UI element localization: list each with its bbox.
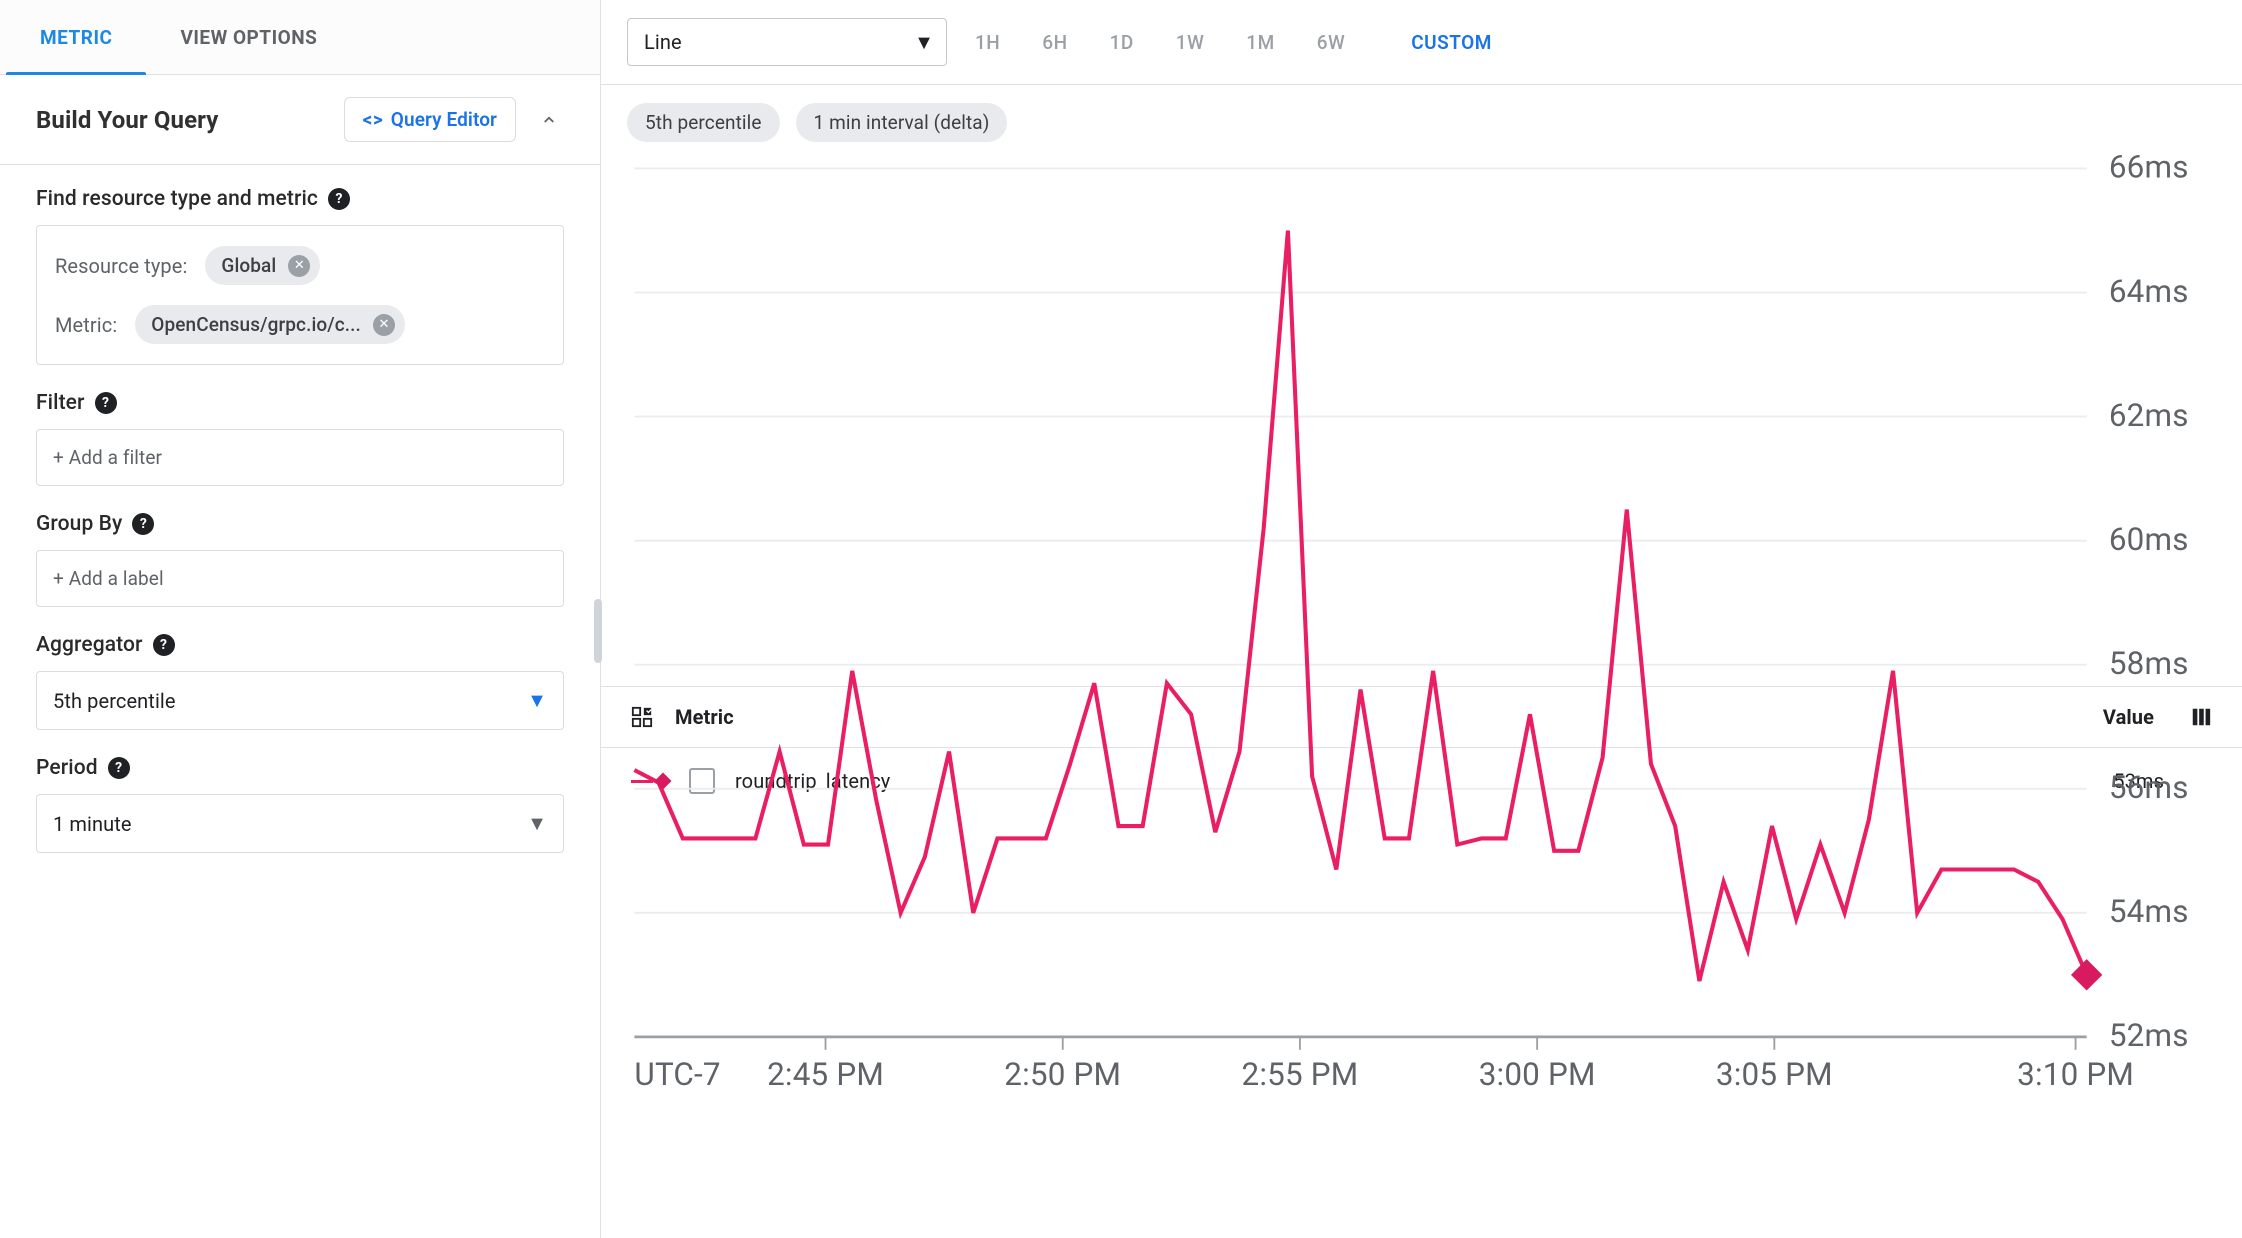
svg-text:56ms: 56ms xyxy=(2109,769,2189,806)
tab-view-options[interactable]: VIEW OPTIONS xyxy=(146,0,351,74)
svg-text:3:05 PM: 3:05 PM xyxy=(1716,1056,1833,1093)
app-root: METRIC VIEW OPTIONS Build Your Query < >… xyxy=(0,0,2242,1238)
chart-panel: Line ▼ 1H 6H 1D 1W 1M 6W CUSTOM 5th perc… xyxy=(601,0,2242,1238)
chart-badges: 5th percentile 1 min interval (delta) xyxy=(601,85,2242,150)
period-select[interactable]: 1 minute ▼ xyxy=(36,794,564,853)
aggregator-value: 5th percentile xyxy=(53,689,176,713)
svg-text:54ms: 54ms xyxy=(2109,893,2189,930)
svg-text:UTC-7: UTC-7 xyxy=(634,1056,720,1093)
range-6w[interactable]: 6W xyxy=(1317,31,1346,54)
filter-block: Filter ? + Add a filter xyxy=(36,391,564,486)
range-1h[interactable]: 1H xyxy=(975,31,1000,54)
range-1m[interactable]: 1M xyxy=(1246,31,1274,54)
find-label: Find resource type and metric xyxy=(36,187,318,211)
find-resource-metric-block: Find resource type and metric ? Resource… xyxy=(36,187,564,365)
svg-text:64ms: 64ms xyxy=(2109,273,2189,310)
metric-value: OpenCensus/grpc.io/c... xyxy=(151,313,361,336)
filter-placeholder: + Add a filter xyxy=(53,446,162,469)
filter-label: Filter xyxy=(36,391,85,415)
resource-type-label: Resource type: xyxy=(55,254,187,278)
query-editor-label: Query Editor xyxy=(391,108,497,131)
chart-toolbar: Line ▼ 1H 6H 1D 1W 1M 6W CUSTOM xyxy=(601,0,2242,85)
range-1w[interactable]: 1W xyxy=(1176,31,1205,54)
svg-text:2:55 PM: 2:55 PM xyxy=(1241,1056,1358,1093)
range-6h[interactable]: 6H xyxy=(1042,31,1067,54)
help-icon[interactable]: ? xyxy=(153,634,175,656)
metric-chip[interactable]: OpenCensus/grpc.io/c... ✕ xyxy=(135,305,405,344)
aggregator-block: Aggregator ? 5th percentile ▼ xyxy=(36,633,564,730)
chevron-up-icon xyxy=(540,111,558,129)
metric-label: Metric: xyxy=(55,313,117,337)
aggregator-select[interactable]: 5th percentile ▼ xyxy=(36,671,564,730)
left-tabs: METRIC VIEW OPTIONS xyxy=(0,0,600,75)
range-custom[interactable]: CUSTOM xyxy=(1411,31,1492,54)
resource-type-value: Global xyxy=(221,254,276,277)
chevron-down-icon: ▼ xyxy=(527,688,547,713)
help-icon[interactable]: ? xyxy=(95,392,117,414)
aggregator-label: Aggregator xyxy=(36,633,143,657)
code-icon: < > xyxy=(363,108,381,131)
remove-resource-type[interactable]: ✕ xyxy=(288,255,310,277)
time-range-buttons: 1H 6H 1D 1W 1M 6W CUSTOM xyxy=(975,31,1492,54)
resource-metric-box[interactable]: Resource type: Global ✕ Metric: OpenCens… xyxy=(36,225,564,365)
chevron-down-icon: ▼ xyxy=(527,811,547,836)
help-icon[interactable]: ? xyxy=(108,757,130,779)
groupby-block: Group By ? + Add a label xyxy=(36,512,564,607)
badge-percentile: 5th percentile xyxy=(627,103,780,142)
query-panel: METRIC VIEW OPTIONS Build Your Query < >… xyxy=(0,0,601,1238)
filter-input[interactable]: + Add a filter xyxy=(36,429,564,486)
chart-type-select[interactable]: Line ▼ xyxy=(627,18,947,66)
svg-text:2:45 PM: 2:45 PM xyxy=(767,1056,884,1093)
line-chart[interactable]: 52ms54ms56ms58ms60ms62ms64ms66msUTC-72:4… xyxy=(627,150,2216,670)
svg-text:66ms: 66ms xyxy=(2109,150,2189,186)
tab-metric[interactable]: METRIC xyxy=(6,0,146,74)
period-value: 1 minute xyxy=(53,812,132,836)
line-chart-svg: 52ms 54ms 56ms 58ms 60ms 62ms 64ms 66ms UTC-7 2:4… xyxy=(627,150,2216,1111)
svg-text:60ms: 60ms xyxy=(2109,521,2189,558)
build-query-section: Build Your Query < > Query Editor xyxy=(0,75,600,165)
chevron-down-icon: ▼ xyxy=(914,30,934,55)
panel-resize-handle[interactable] xyxy=(594,599,602,663)
build-query-title: Build Your Query xyxy=(36,106,218,134)
resource-type-chip[interactable]: Global ✕ xyxy=(205,246,320,285)
help-icon[interactable]: ? xyxy=(328,188,350,210)
help-icon[interactable]: ? xyxy=(132,513,154,535)
svg-text:3:00 PM: 3:00 PM xyxy=(1479,1056,1596,1093)
badge-interval: 1 min interval (delta) xyxy=(796,103,1008,142)
collapse-section-button[interactable] xyxy=(534,103,564,137)
period-block: Period ? 1 minute ▼ xyxy=(36,756,564,853)
groupby-label: Group By xyxy=(36,512,122,536)
remove-metric[interactable]: ✕ xyxy=(373,314,395,336)
period-label: Period xyxy=(36,756,98,780)
svg-text:58ms: 58ms xyxy=(2109,645,2189,682)
svg-text:52ms: 52ms xyxy=(2109,1017,2189,1054)
svg-text:3:10 PM: 3:10 PM xyxy=(2017,1056,2134,1093)
range-1d[interactable]: 1D xyxy=(1110,31,1134,54)
query-editor-button[interactable]: < > Query Editor xyxy=(344,97,516,142)
groupby-input[interactable]: + Add a label xyxy=(36,550,564,607)
svg-text:2:50 PM: 2:50 PM xyxy=(1004,1056,1121,1093)
svg-text:62ms: 62ms xyxy=(2109,397,2189,434)
groupby-placeholder: + Add a label xyxy=(53,567,164,590)
chart-type-value: Line xyxy=(644,30,682,54)
